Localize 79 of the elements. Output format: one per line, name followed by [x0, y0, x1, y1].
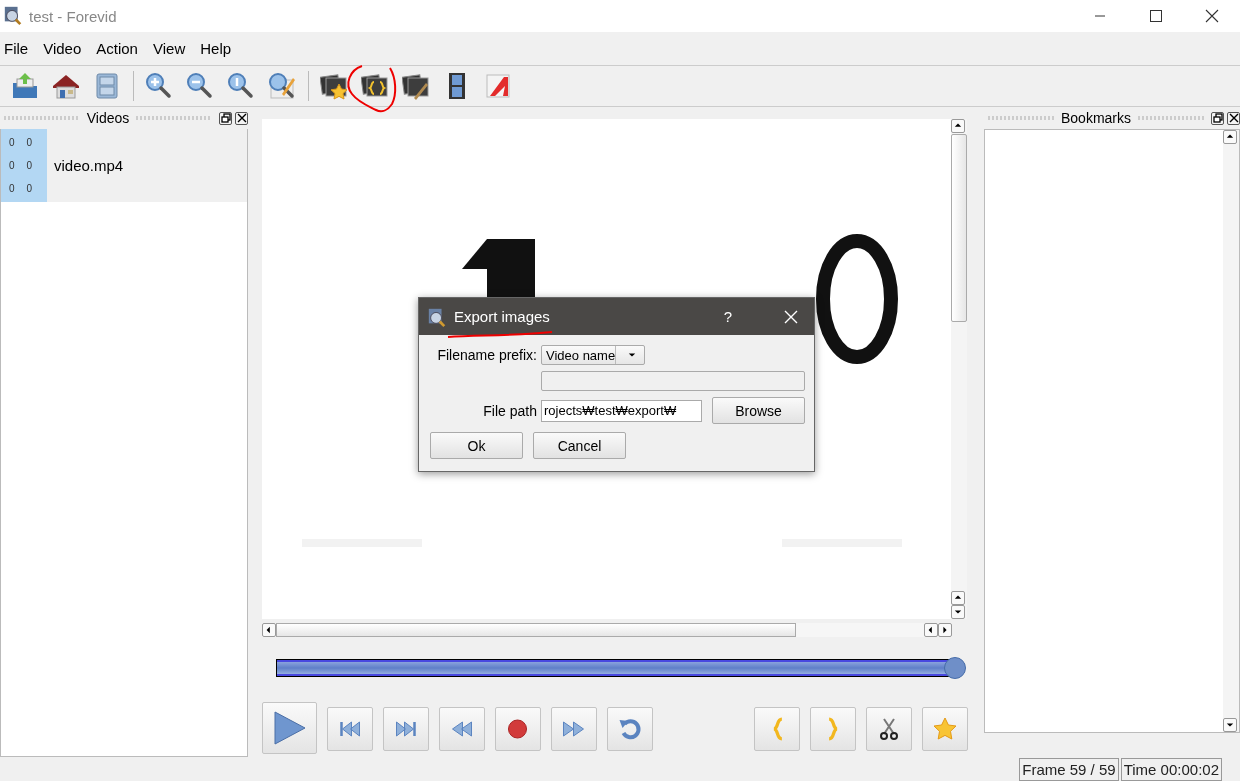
help-button[interactable]: ? [723, 308, 732, 325]
player-button[interactable] [866, 707, 912, 751]
menu-item[interactable]: Help [198, 39, 239, 57]
scrollbar-thumb[interactable] [951, 134, 967, 322]
scrollbar-thumb[interactable] [276, 623, 796, 637]
close-icon [784, 309, 798, 324]
photos-braces-icon [361, 72, 389, 100]
photos-pencil-icon [402, 72, 430, 100]
close-icon [236, 113, 247, 123]
path-field[interactable]: rojects₩test₩export₩ [541, 399, 702, 422]
counter: 0 [9, 137, 15, 148]
horizontal-scrollbar[interactable] [262, 623, 952, 637]
prefix-dropdown[interactable]: Video name [541, 345, 645, 365]
ok-button[interactable]: Ok [430, 432, 523, 459]
counter: 0 [9, 160, 15, 171]
menu-item[interactable]: Action [94, 39, 145, 57]
panel-title: Bookmarks [1061, 110, 1131, 126]
input-field[interactable] [541, 371, 805, 391]
arrow-down-icon [628, 351, 637, 359]
play-button[interactable] [262, 702, 317, 754]
video-row[interactable]: 0 0 0 0 0 0 video.mp4 [1, 129, 247, 202]
menu-item[interactable]: File [2, 39, 36, 57]
panel-title: Videos [86, 110, 130, 126]
arrow-left-icon [927, 626, 935, 634]
scroll-up-button[interactable] [1223, 130, 1237, 144]
repeat-icon [617, 717, 643, 741]
zoom-reset-icon [227, 72, 255, 100]
star-icon [932, 717, 958, 741]
maximize-icon [1149, 9, 1163, 23]
scroll-left-button[interactable] [924, 623, 938, 637]
folder-icon [11, 72, 39, 100]
scroll-down-button[interactable] [1223, 718, 1237, 732]
close-button[interactable] [235, 111, 248, 125]
restore-icon [1212, 113, 1223, 123]
time-display: Time 00:00:02 [1120, 758, 1222, 781]
window-title: test - Forevid [29, 7, 118, 25]
cabinet-icon [93, 72, 121, 100]
scroll-up-button[interactable] [951, 591, 965, 605]
magnifier-pencil-icon [268, 72, 296, 100]
scroll-right-button[interactable] [938, 623, 952, 637]
menu-item[interactable]: Video [41, 39, 89, 57]
menu-item[interactable]: View [150, 39, 193, 57]
field-label: Filename prefix: [436, 347, 537, 363]
counter: 0 [26, 137, 33, 148]
play-icon [271, 710, 308, 746]
scroll-up-button[interactable] [951, 119, 965, 133]
counter: 0 [26, 160, 33, 171]
arrow-up-icon [1226, 133, 1234, 141]
vertical-scrollbar[interactable] [1223, 130, 1239, 732]
float-button[interactable] [219, 111, 232, 125]
arrow-right-icon [941, 626, 949, 634]
close-icon [1205, 9, 1219, 23]
frame-counter: Frame 59 / 59 [1019, 758, 1119, 781]
arrow-down-icon [954, 608, 962, 616]
field-label: File path [482, 402, 537, 419]
scroll-left-button[interactable] [262, 623, 276, 637]
arrow-up-icon [954, 122, 962, 130]
browse-button[interactable]: Browse [712, 397, 805, 424]
arrow-up-icon [954, 594, 962, 602]
close-button[interactable] [1227, 111, 1240, 125]
photos-star-icon [320, 72, 348, 100]
slider-thumb[interactable] [944, 657, 966, 679]
counter: 0 [26, 183, 33, 194]
document-icon [484, 72, 512, 100]
restore-icon [220, 113, 231, 123]
dialog-title: Export images [454, 308, 551, 325]
video-name: video.mp4 [54, 157, 124, 174]
vertical-scrollbar[interactable] [951, 119, 967, 619]
zoom-in-icon [145, 72, 173, 100]
counter: 0 [9, 183, 15, 194]
zoom-out-icon [186, 72, 214, 100]
arrow-left-icon [265, 626, 273, 634]
house-icon [52, 72, 80, 100]
close-icon [1228, 113, 1239, 123]
brace-icon [826, 717, 840, 741]
float-button[interactable] [1211, 111, 1224, 125]
scroll-down-button[interactable] [951, 605, 965, 619]
arrow-down-icon [1226, 721, 1234, 729]
cancel-button[interactable]: Cancel [533, 432, 626, 459]
